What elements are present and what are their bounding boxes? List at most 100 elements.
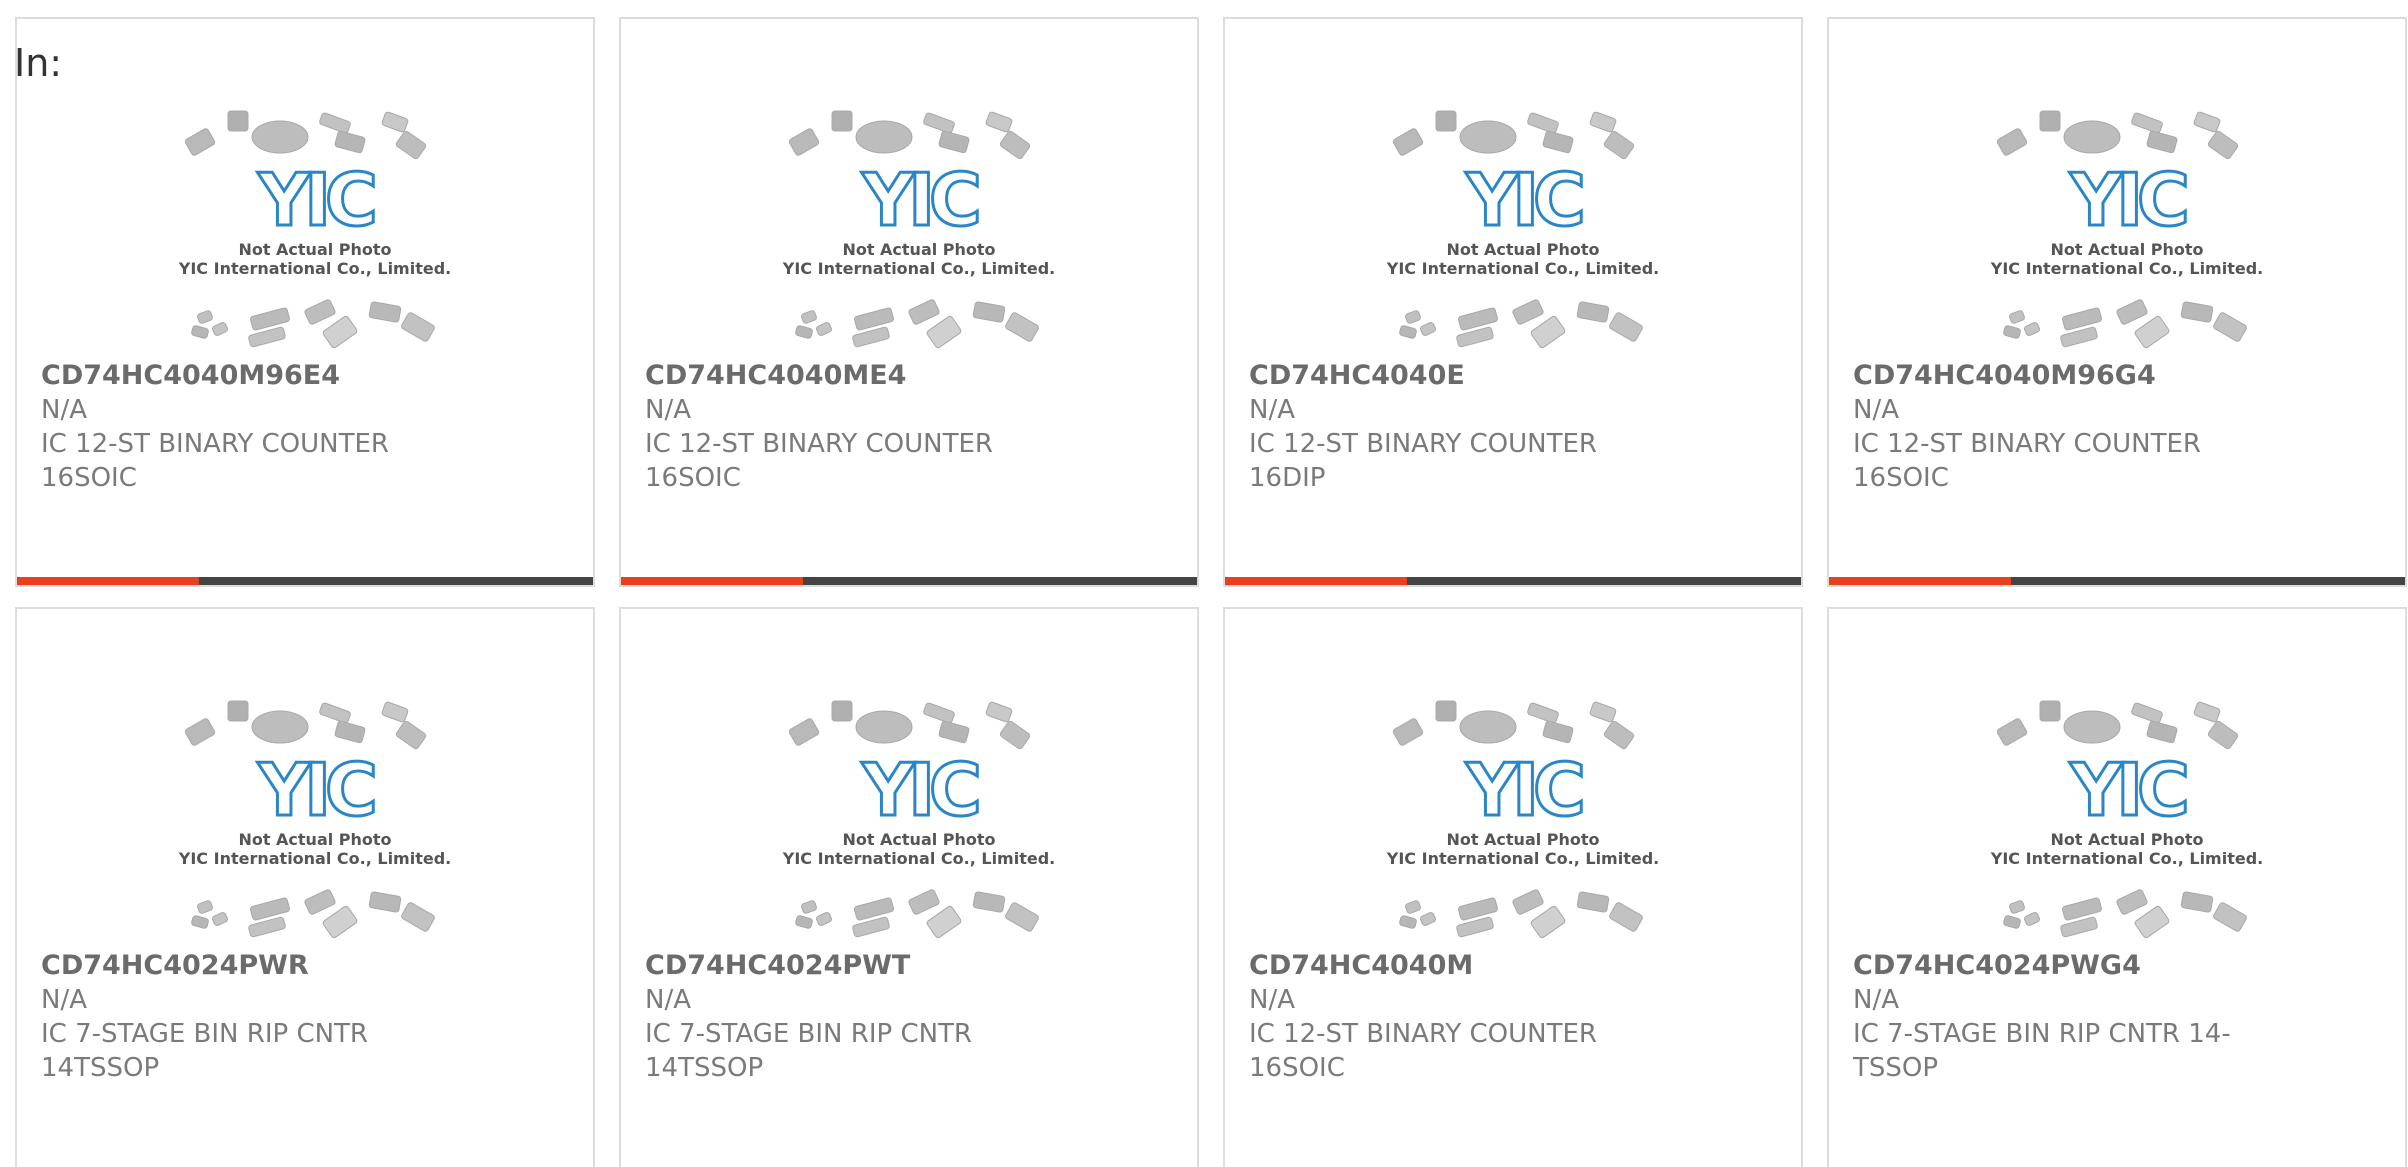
product-image[interactable]: YIC Not Actual Photo YIC International Co.…	[1383, 107, 1663, 352]
card-bottom-bar	[1225, 577, 1801, 585]
company-name-text: YIC International Co., Limited.	[178, 849, 451, 868]
yic-logo: YIC	[1465, 158, 1582, 242]
product-image[interactable]: YIC Not Actual Photo YIC International Co.…	[175, 107, 455, 352]
product-card[interactable]: YIC Not Actual Photo YIC International Co.…	[15, 17, 595, 587]
ic-chip-placeholder-icon: YICNot Actual PhotoYIC International Co.…	[1386, 110, 1659, 349]
manufacturer: N/A	[41, 395, 87, 425]
product-info: CD74HC4024PWT N/A IC 7-STAGE BIN RIP CNT…	[645, 949, 1065, 1085]
chip-cluster-bottom	[2003, 889, 2247, 939]
yic-logo: YIC	[861, 748, 978, 832]
product-info: CD74HC4040M N/A IC 12-ST BINARY COUNTER …	[1249, 949, 1669, 1085]
not-actual-photo-text: Not Actual Photo	[842, 830, 995, 849]
chip-cluster-bottom	[795, 889, 1039, 939]
product-image[interactable]: YIC Not Actual Photo YIC International Co.…	[779, 107, 1059, 352]
product-description: IC 12-ST BINARY COUNTER 16SOIC	[1853, 429, 2201, 493]
product-card[interactable]: YIC Not Actual Photo YIC International Co.…	[1223, 17, 1803, 587]
chip-cluster-top	[788, 700, 1031, 750]
ic-chip-placeholder-icon: YICNot Actual PhotoYIC International Co.…	[1386, 700, 1659, 939]
in-label: In:	[14, 41, 63, 85]
not-actual-photo-text: Not Actual Photo	[238, 240, 391, 259]
product-card[interactable]: YIC Not Actual Photo YIC International Co.…	[1827, 17, 2407, 587]
not-actual-photo-text: Not Actual Photo	[1446, 830, 1599, 849]
product-card[interactable]: YIC Not Actual Photo YIC International Co.…	[1223, 607, 1803, 1167]
product-card[interactable]: YIC Not Actual Photo YIC International Co.…	[15, 607, 595, 1167]
product-listing-page: In: YIC Not Actual Photo YIC International…	[0, 0, 2408, 1167]
card-bottom-bar	[1829, 577, 2405, 585]
product-info: CD74HC4024PWR N/A IC 7-STAGE BIN RIP CNT…	[41, 949, 461, 1085]
company-name-text: YIC International Co., Limited.	[1990, 849, 2263, 868]
yic-logo: YIC	[2069, 158, 2186, 242]
manufacturer: N/A	[41, 985, 87, 1015]
product-description: IC 7-STAGE BIN RIP CNTR 14TSSOP	[645, 1019, 972, 1083]
product-image[interactable]: YIC Not Actual Photo YIC International Co.…	[779, 697, 1059, 942]
part-number[interactable]: CD74HC4024PWG4	[1853, 949, 2273, 983]
product-description: IC 12-ST BINARY COUNTER 16SOIC	[645, 429, 993, 493]
card-accent-bar	[1225, 577, 1407, 585]
part-number[interactable]: CD74HC4040ME4	[645, 359, 1065, 393]
card-accent-bar	[1829, 577, 2011, 585]
product-description: IC 12-ST BINARY COUNTER 16SOIC	[41, 429, 389, 493]
part-number[interactable]: CD74HC4040E	[1249, 359, 1669, 393]
company-name-text: YIC International Co., Limited.	[178, 259, 451, 278]
chip-cluster-top	[788, 110, 1031, 160]
company-name-text: YIC International Co., Limited.	[1386, 849, 1659, 868]
part-number[interactable]: CD74HC4024PWR	[41, 949, 461, 983]
card-accent-bar	[621, 577, 803, 585]
product-description: IC 7-STAGE BIN RIP CNTR 14TSSOP	[41, 1019, 368, 1083]
company-name-text: YIC International Co., Limited.	[1990, 259, 2263, 278]
ic-chip-placeholder-icon: YICNot Actual PhotoYIC International Co.…	[178, 110, 451, 349]
manufacturer: N/A	[1853, 395, 1899, 425]
yic-logo: YIC	[861, 158, 978, 242]
product-description: IC 12-ST BINARY COUNTER 16DIP	[1249, 429, 1597, 493]
chip-cluster-bottom	[1399, 889, 1643, 939]
part-number[interactable]: CD74HC4024PWT	[645, 949, 1065, 983]
company-name-text: YIC International Co., Limited.	[782, 259, 1055, 278]
product-image[interactable]: YIC Not Actual Photo YIC International Co.…	[1987, 697, 2267, 942]
ic-chip-placeholder-icon: YICNot Actual PhotoYIC International Co.…	[178, 700, 451, 939]
chip-cluster-top	[1996, 110, 2239, 160]
yic-logo: YIC	[257, 158, 374, 242]
chip-cluster-top	[1996, 700, 2239, 750]
manufacturer: N/A	[1249, 395, 1295, 425]
chip-cluster-bottom	[191, 889, 435, 939]
yic-logo: YIC	[257, 748, 374, 832]
product-image[interactable]: YIC Not Actual Photo YIC International Co.…	[1383, 697, 1663, 942]
part-number[interactable]: CD74HC4040M	[1249, 949, 1669, 983]
product-image[interactable]: YIC Not Actual Photo YIC International Co.…	[1987, 107, 2267, 352]
not-actual-photo-text: Not Actual Photo	[238, 830, 391, 849]
chip-cluster-bottom	[1399, 299, 1643, 349]
product-card[interactable]: YIC Not Actual Photo YIC International Co.…	[619, 607, 1199, 1167]
ic-chip-placeholder-icon: YICNot Actual PhotoYIC International Co.…	[1990, 700, 2263, 939]
yic-logo: YIC	[2069, 748, 2186, 832]
company-name-text: YIC International Co., Limited.	[1386, 259, 1659, 278]
manufacturer: N/A	[1853, 985, 1899, 1015]
manufacturer: N/A	[645, 985, 691, 1015]
card-bottom-bar	[17, 577, 593, 585]
ic-chip-placeholder-icon: YICNot Actual PhotoYIC International Co.…	[782, 700, 1055, 939]
ic-chip-placeholder-icon: YICNot Actual PhotoYIC International Co.…	[1990, 110, 2263, 349]
product-grid: YIC Not Actual Photo YIC International Co.…	[15, 17, 2407, 1167]
not-actual-photo-text: Not Actual Photo	[842, 240, 995, 259]
not-actual-photo-text: Not Actual Photo	[2050, 830, 2203, 849]
chip-cluster-top	[1392, 700, 1635, 750]
chip-cluster-bottom	[2003, 299, 2247, 349]
product-info: CD74HC4040ME4 N/A IC 12-ST BINARY COUNTE…	[645, 359, 1065, 495]
company-name-text: YIC International Co., Limited.	[782, 849, 1055, 868]
product-card[interactable]: YIC Not Actual Photo YIC International Co.…	[619, 17, 1199, 587]
product-info: CD74HC4024PWG4 N/A IC 7-STAGE BIN RIP CN…	[1853, 949, 2273, 1085]
product-card[interactable]: YIC Not Actual Photo YIC International Co.…	[1827, 607, 2407, 1167]
card-accent-bar	[17, 577, 199, 585]
chip-cluster-top	[184, 700, 427, 750]
chip-cluster-bottom	[191, 299, 435, 349]
product-description: IC 7-STAGE BIN RIP CNTR 14-TSSOP	[1853, 1019, 2231, 1083]
product-info: CD74HC4040M96G4 N/A IC 12-ST BINARY COUN…	[1853, 359, 2273, 495]
part-number[interactable]: CD74HC4040M96G4	[1853, 359, 2273, 393]
product-info: CD74HC4040E N/A IC 12-ST BINARY COUNTER …	[1249, 359, 1669, 495]
ic-chip-placeholder-icon: YICNot Actual PhotoYIC International Co.…	[782, 110, 1055, 349]
yic-logo: YIC	[1465, 748, 1582, 832]
part-number[interactable]: CD74HC4040M96E4	[41, 359, 461, 393]
not-actual-photo-text: Not Actual Photo	[2050, 240, 2203, 259]
product-image[interactable]: YIC Not Actual Photo YIC International Co.…	[175, 697, 455, 942]
manufacturer: N/A	[1249, 985, 1295, 1015]
card-bottom-bar	[621, 577, 1197, 585]
